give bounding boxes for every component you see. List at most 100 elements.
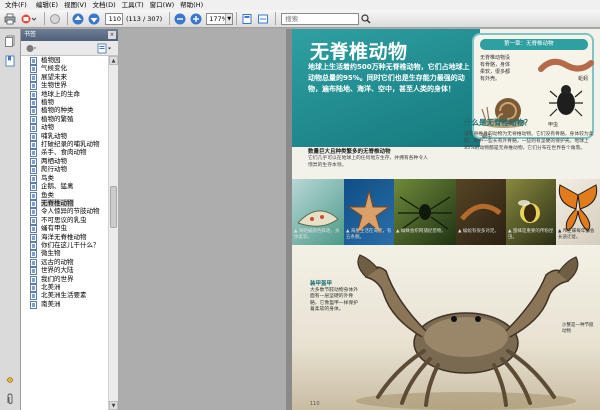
menu-help[interactable]: 帮助(H) <box>177 0 206 10</box>
bookmark-item[interactable]: 不可思议的乳虫 <box>21 216 108 225</box>
menu-view[interactable]: 视图(V) <box>61 0 90 10</box>
new-bookmark-icon[interactable] <box>97 43 112 54</box>
fit-width-button[interactable] <box>256 12 270 26</box>
bookmark-item[interactable]: 植物的繁殖 <box>21 115 108 124</box>
crab-caption-text: 大多数节肢动物身体外面有一层坚硬的外骨骼，它像盔甲一样保护着柔软的身体。 <box>310 287 358 313</box>
bookmark-item[interactable]: 南美洲 <box>21 300 108 309</box>
menu-file[interactable]: 文件(F) <box>2 0 30 10</box>
envelope-icon <box>21 14 37 23</box>
menu-window[interactable]: 窗口(W) <box>147 0 178 10</box>
toolbar: 110 (113 / 307) 177% ▼ 搜索 <box>0 10 600 28</box>
fit-page-icon <box>242 13 252 24</box>
toolbar-separator <box>236 12 238 25</box>
bookmark-item[interactable]: 动物 <box>21 123 108 133</box>
menu-edit[interactable]: 编辑(E) <box>33 0 61 10</box>
bookmark-item[interactable]: 哺乳动物 <box>21 131 108 141</box>
toolbar-separator <box>44 12 45 25</box>
bookmark-item[interactable]: 微生物 <box>21 249 108 259</box>
bookmark-label: 世界的大陆 <box>41 266 74 275</box>
centipede-image <box>460 203 502 221</box>
scrollbar-thumb[interactable] <box>110 186 117 228</box>
page-number-input[interactable]: 110 <box>105 12 123 25</box>
photo-spider <box>394 179 456 245</box>
bookmark-item[interactable]: 海洋无脊椎动物 <box>21 233 108 242</box>
attachments-panel-icon[interactable] <box>4 374 16 386</box>
navigation-pane-tabs <box>0 29 21 410</box>
bookmark-label: 打破纪录的哺乳动物 <box>41 140 100 149</box>
scroll-up-icon[interactable]: ▲ <box>109 56 118 65</box>
caption-bee: ▲ 蜜蜂是重要的传粉昆虫。 <box>508 229 554 240</box>
bookmarks-panel-header: 书签 × <box>21 29 118 41</box>
bookmark-item[interactable]: 你们在这儿干什么？ <box>21 241 108 250</box>
search-icon[interactable] <box>361 13 371 24</box>
zoom-out-icon <box>174 13 186 24</box>
crab-image <box>356 254 579 410</box>
close-icon[interactable]: × <box>108 31 116 39</box>
chapter-box-title: 第一章：无脊椎动物 <box>480 39 588 50</box>
email-dropdown-button[interactable] <box>19 12 39 26</box>
bookmark-label: 哺乳动物 <box>41 131 67 140</box>
bookmark-options-icon[interactable] <box>25 43 37 54</box>
bookmark-item[interactable]: 世界的大陆 <box>21 266 108 276</box>
caption-butterfly: ▲ 帝王蝶每年都会长途迁徙。 <box>558 229 595 240</box>
print-button[interactable] <box>3 12 17 26</box>
printer-icon <box>4 13 16 24</box>
bookmark-label: 微生物 <box>41 249 61 258</box>
bookmark-item[interactable]: 植物的种类 <box>21 106 108 116</box>
bookmark-item[interactable]: 蛹有甲虫 <box>21 224 108 234</box>
zoom-in-button[interactable] <box>189 12 203 26</box>
zoom-out-button[interactable] <box>173 12 187 26</box>
bookmark-item[interactable]: 远古的动物 <box>21 258 108 267</box>
bookmark-item[interactable]: 爬行动物 <box>21 165 108 175</box>
caption-sea-slug: ▲ 海蛞蝓颜色鲜艳，身体柔软。 <box>294 229 340 240</box>
what-is-text: 没有脊椎骨的动物为无脊椎动物。它们没有骨骼，身体较为柔软，其中一些长有外骨骼，一… <box>464 132 594 151</box>
previous-page-button[interactable] <box>71 12 85 26</box>
menu-document[interactable]: 文档(D) <box>90 0 119 10</box>
toolbar-separator <box>275 12 277 25</box>
bookmark-label: 鸟类 <box>41 173 54 182</box>
caption-starfish: ▲ 海星生活在海底，有五条腕。 <box>346 229 392 240</box>
bookmarks-panel-icon[interactable] <box>4 55 16 67</box>
caption-centipede: ▲ 蜈蚣有很多对足。 <box>458 229 499 234</box>
scroll-down-icon[interactable]: ▼ <box>109 401 118 410</box>
hand-tool-button[interactable] <box>48 12 62 26</box>
bookmarks-list: 植物园 气候变化 展望未来 生物世界 地球上的生命 植物 植物的种类 植物的繁殖 动物 哺乳动物打… <box>21 56 108 410</box>
bookmark-item[interactable]: 鱼类 <box>21 190 108 200</box>
next-page-button[interactable] <box>87 12 101 26</box>
bookmark-item[interactable]: 杀手、食肉动物 <box>21 148 108 158</box>
arrow-down-icon <box>88 13 100 24</box>
bookmark-item[interactable]: 气候变化 <box>21 64 108 74</box>
pdf-page: 无脊椎动物 地球上生活着约500万种无脊椎动物，它们占地球上动物总量的95%。同… <box>286 29 600 410</box>
document-viewport[interactable]: 无脊椎动物 地球上生活着约500万种无脊椎动物，它们占地球上动物总量的95%。同… <box>119 29 600 410</box>
bookmark-item[interactable]: 生物世界 <box>21 81 108 91</box>
fit-page-button[interactable] <box>240 12 254 26</box>
bookmark-page-icon <box>30 300 37 309</box>
caption-spider: ▲ 蜘蛛会织网捕捉猎物。 <box>396 229 446 234</box>
toolbar-separator <box>169 12 171 25</box>
spider-image <box>398 196 452 230</box>
page-count-label: (113 / 307) <box>126 14 163 23</box>
bookmark-label: 生物世界 <box>41 81 67 90</box>
bookmark-label: 地球上的生命 <box>41 89 80 98</box>
pages-panel-icon[interactable] <box>4 35 16 47</box>
bookmarks-scrollbar[interactable]: ▲ ▼ <box>108 56 118 410</box>
bookmark-item[interactable]: 地球上的生命 <box>21 89 108 99</box>
bookmark-label: 两栖动物 <box>41 156 67 165</box>
bookmark-label: 鱼类 <box>41 190 54 199</box>
bookmark-item[interactable]: 北美洲生活要素 <box>21 291 108 301</box>
bookmark-item[interactable]: 令人惊异的节肢动物 <box>21 207 108 217</box>
bookmark-item[interactable]: 鸟类 <box>21 173 108 183</box>
bookmark-label: 植物园 <box>41 56 61 64</box>
photo-section-text: 它们几乎可以在地球上的任何地方生存，并拥有各种令人惊异的生存本领。 <box>308 156 428 168</box>
what-is-title: 什么是无脊椎动物？ <box>464 118 532 127</box>
bookmark-label: 气候变化 <box>41 64 67 73</box>
search-input[interactable]: 搜索 <box>281 12 360 25</box>
bookmark-item[interactable]: 企鹅、猛禽 <box>21 182 108 192</box>
bookmark-item[interactable]: 我们的世界 <box>21 275 108 284</box>
paperclip-icon[interactable] <box>4 393 16 405</box>
zoom-level-select[interactable]: 177% ▼ <box>206 12 234 25</box>
crab-side-caption: 沙蟹是一种节肢动物 <box>562 323 594 334</box>
bookmark-label: 展望未来 <box>41 72 67 81</box>
menu-tools[interactable]: 工具(T) <box>119 0 147 10</box>
bookmark-item[interactable]: 展望未来 <box>21 72 108 82</box>
